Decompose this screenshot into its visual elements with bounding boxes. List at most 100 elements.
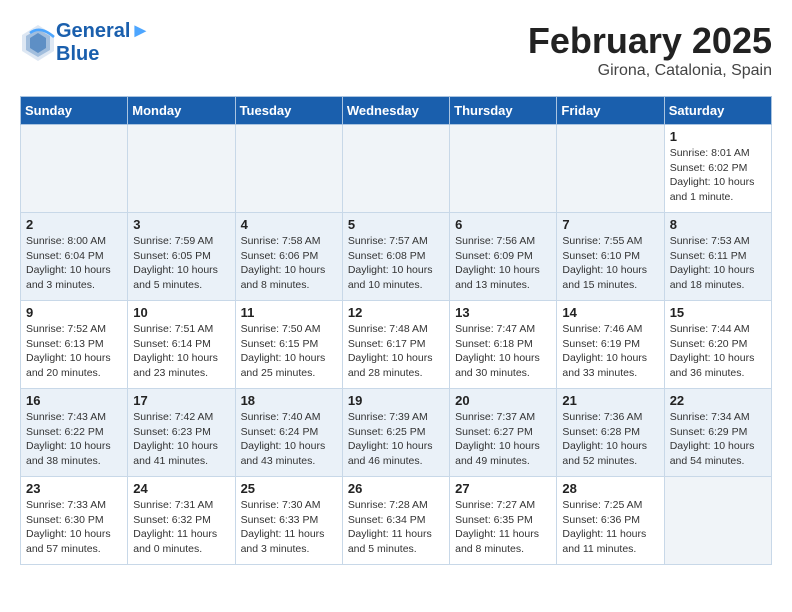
calendar-day-cell: 17 Sunrise: 7:42 AM Sunset: 6:23 PM Dayli… [128, 389, 235, 477]
month-title: February 2025 [528, 20, 772, 62]
calendar-day-cell [21, 125, 128, 213]
calendar-day-cell: 9Sunrise: 7:52 AM Sunset: 6:13 PM Daylig… [21, 301, 128, 389]
day-number: 8 [670, 217, 766, 232]
day-info: Sunrise: 7:34 AM Sunset: 6:29 PM Dayligh… [670, 410, 766, 469]
day-number: 25 [241, 481, 337, 496]
day-info: Sunrise: 7:43 AM Sunset: 6:22 PM Dayligh… [26, 410, 122, 469]
calendar-day-cell: 26Sunrise: 7:28 AM Sunset: 6:34 PM Dayli… [342, 477, 449, 565]
day-info: Sunrise: 7:27 AM Sunset: 6:35 PM Dayligh… [455, 498, 551, 557]
calendar-day-cell: 2 Sunrise: 8:00 AM Sunset: 6:04 PM Daylig… [21, 213, 128, 301]
day-info: Sunrise: 7:59 AM Sunset: 6:05 PM Dayligh… [133, 234, 229, 293]
day-info: Sunrise: 7:51 AM Sunset: 6:14 PM Dayligh… [133, 322, 229, 381]
col-monday: Monday [128, 97, 235, 125]
calendar-day-cell: 14 Sunrise: 7:46 AM Sunset: 6:19 PM Dayli… [557, 301, 664, 389]
calendar-day-cell: 25 Sunrise: 7:30 AM Sunset: 6:33 PM Dayli… [235, 477, 342, 565]
day-info: Sunrise: 7:25 AM Sunset: 6:36 PM Dayligh… [562, 498, 658, 557]
calendar-day-cell: 23 Sunrise: 7:33 AM Sunset: 6:30 PM Dayli… [21, 477, 128, 565]
calendar-day-cell: 19 Sunrise: 7:39 AM Sunset: 6:25 PM Dayli… [342, 389, 449, 477]
day-number: 20 [455, 393, 551, 408]
col-sunday: Sunday [21, 97, 128, 125]
calendar-day-cell: 3 Sunrise: 7:59 AM Sunset: 6:05 PM Daylig… [128, 213, 235, 301]
calendar-day-cell [128, 125, 235, 213]
day-info: Sunrise: 7:53 AM Sunset: 6:11 PM Dayligh… [670, 234, 766, 293]
day-number: 27 [455, 481, 551, 496]
title-block: February 2025 Girona, Catalonia, Spain [528, 20, 772, 80]
day-number: 24 [133, 481, 229, 496]
day-info: Sunrise: 7:42 AM Sunset: 6:23 PM Dayligh… [133, 410, 229, 469]
calendar-day-cell: 11 Sunrise: 7:50 AM Sunset: 6:15 PM Dayli… [235, 301, 342, 389]
day-info: Sunrise: 7:37 AM Sunset: 6:27 PM Dayligh… [455, 410, 551, 469]
day-number: 28 [562, 481, 658, 496]
day-info: Sunrise: 7:40 AM Sunset: 6:24 PM Dayligh… [241, 410, 337, 469]
day-number: 7 [562, 217, 658, 232]
calendar-day-cell [450, 125, 557, 213]
day-number: 15 [670, 305, 766, 320]
calendar-day-cell [342, 125, 449, 213]
day-number: 4 [241, 217, 337, 232]
calendar-week-row: 2 Sunrise: 8:00 AM Sunset: 6:04 PM Daylig… [21, 213, 772, 301]
location: Girona, Catalonia, Spain [528, 62, 772, 80]
col-wednesday: Wednesday [342, 97, 449, 125]
calendar-day-cell: 21 Sunrise: 7:36 AM Sunset: 6:28 PM Dayli… [557, 389, 664, 477]
calendar-day-cell: 13 Sunrise: 7:47 AM Sunset: 6:18 PM Dayli… [450, 301, 557, 389]
logo: General► Blue [20, 20, 150, 66]
calendar-day-cell: 27 Sunrise: 7:27 AM Sunset: 6:35 PM Dayli… [450, 477, 557, 565]
calendar-day-cell: 8 Sunrise: 7:53 AM Sunset: 6:11 PM Daylig… [664, 213, 771, 301]
calendar-header-row: Sunday Monday Tuesday Wednesday Thursday… [21, 97, 772, 125]
day-info: Sunrise: 7:56 AM Sunset: 6:09 PM Dayligh… [455, 234, 551, 293]
calendar-day-cell: 16 Sunrise: 7:43 AM Sunset: 6:22 PM Dayli… [21, 389, 128, 477]
calendar-day-cell: 24Sunrise: 7:31 AM Sunset: 6:32 PM Dayli… [128, 477, 235, 565]
calendar-week-row: 1Sunrise: 8:01 AM Sunset: 6:02 PM Daylig… [21, 125, 772, 213]
day-number: 14 [562, 305, 658, 320]
calendar-day-cell: 1Sunrise: 8:01 AM Sunset: 6:02 PM Daylig… [664, 125, 771, 213]
logo-icon [20, 23, 56, 63]
calendar-day-cell: 20 Sunrise: 7:37 AM Sunset: 6:27 PM Dayli… [450, 389, 557, 477]
day-number: 5 [348, 217, 444, 232]
day-info: Sunrise: 7:36 AM Sunset: 6:28 PM Dayligh… [562, 410, 658, 469]
day-number: 17 [133, 393, 229, 408]
day-number: 3 [133, 217, 229, 232]
day-info: Sunrise: 7:58 AM Sunset: 6:06 PM Dayligh… [241, 234, 337, 293]
calendar-day-cell: 12 Sunrise: 7:48 AM Sunset: 6:17 PM Dayli… [342, 301, 449, 389]
day-info: Sunrise: 7:33 AM Sunset: 6:30 PM Dayligh… [26, 498, 122, 557]
day-info: Sunrise: 7:44 AM Sunset: 6:20 PM Dayligh… [670, 322, 766, 381]
calendar-day-cell: 22 Sunrise: 7:34 AM Sunset: 6:29 PM Dayli… [664, 389, 771, 477]
calendar-day-cell [664, 477, 771, 565]
calendar-day-cell: 7Sunrise: 7:55 AM Sunset: 6:10 PM Daylig… [557, 213, 664, 301]
day-number: 18 [241, 393, 337, 408]
page-header: General► Blue February 2025 Girona, Cata… [20, 20, 772, 80]
day-number: 26 [348, 481, 444, 496]
day-info: Sunrise: 8:00 AM Sunset: 6:04 PM Dayligh… [26, 234, 122, 293]
calendar-day-cell [235, 125, 342, 213]
day-info: Sunrise: 7:48 AM Sunset: 6:17 PM Dayligh… [348, 322, 444, 381]
calendar-day-cell: 18 Sunrise: 7:40 AM Sunset: 6:24 PM Dayli… [235, 389, 342, 477]
day-info: Sunrise: 7:50 AM Sunset: 6:15 PM Dayligh… [241, 322, 337, 381]
day-number: 19 [348, 393, 444, 408]
calendar-week-row: 16 Sunrise: 7:43 AM Sunset: 6:22 PM Dayli… [21, 389, 772, 477]
day-info: Sunrise: 7:47 AM Sunset: 6:18 PM Dayligh… [455, 322, 551, 381]
day-number: 12 [348, 305, 444, 320]
col-friday: Friday [557, 97, 664, 125]
calendar-week-row: 9Sunrise: 7:52 AM Sunset: 6:13 PM Daylig… [21, 301, 772, 389]
day-info: Sunrise: 7:30 AM Sunset: 6:33 PM Dayligh… [241, 498, 337, 557]
day-number: 23 [26, 481, 122, 496]
day-info: Sunrise: 7:46 AM Sunset: 6:19 PM Dayligh… [562, 322, 658, 381]
day-number: 21 [562, 393, 658, 408]
calendar-day-cell: 4 Sunrise: 7:58 AM Sunset: 6:06 PM Daylig… [235, 213, 342, 301]
day-number: 22 [670, 393, 766, 408]
day-number: 1 [670, 129, 766, 144]
day-number: 16 [26, 393, 122, 408]
calendar-day-cell: 10 Sunrise: 7:51 AM Sunset: 6:14 PM Dayli… [128, 301, 235, 389]
day-info: Sunrise: 7:57 AM Sunset: 6:08 PM Dayligh… [348, 234, 444, 293]
calendar-day-cell: 15 Sunrise: 7:44 AM Sunset: 6:20 PM Dayli… [664, 301, 771, 389]
day-number: 2 [26, 217, 122, 232]
day-number: 10 [133, 305, 229, 320]
day-number: 13 [455, 305, 551, 320]
day-number: 11 [241, 305, 337, 320]
col-saturday: Saturday [664, 97, 771, 125]
day-info: Sunrise: 7:39 AM Sunset: 6:25 PM Dayligh… [348, 410, 444, 469]
day-number: 6 [455, 217, 551, 232]
day-info: Sunrise: 7:52 AM Sunset: 6:13 PM Dayligh… [26, 322, 122, 381]
logo-subtext: Blue [56, 43, 150, 66]
calendar-day-cell [557, 125, 664, 213]
